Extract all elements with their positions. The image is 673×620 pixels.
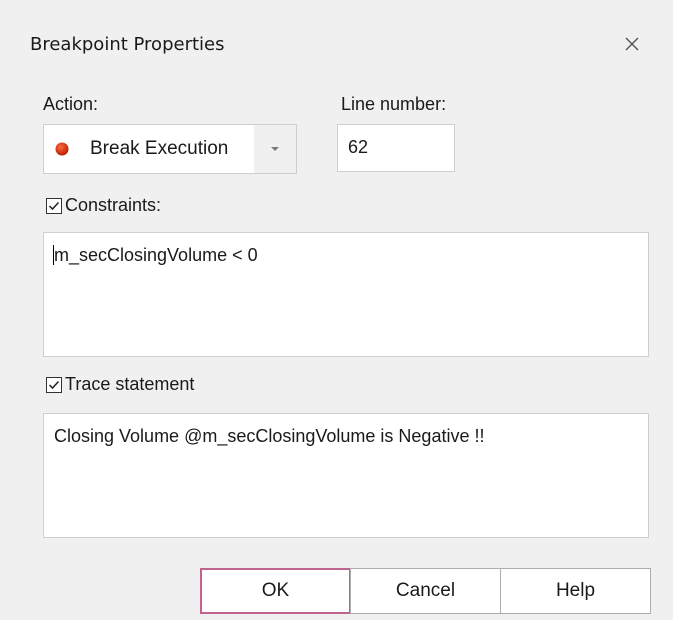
breakpoint-properties-dialog: Breakpoint Properties Action: Break Exec… bbox=[0, 0, 673, 620]
constraints-value: m_secClosingVolume < 0 bbox=[54, 245, 258, 265]
cancel-button[interactable]: Cancel bbox=[350, 568, 501, 614]
trace-statement-label: Trace statement bbox=[65, 374, 195, 394]
red-circle-icon bbox=[55, 142, 69, 156]
constraints-textarea[interactable]: m_secClosingVolume < 0 bbox=[43, 232, 649, 357]
action-label: Action: bbox=[43, 94, 99, 114]
title-bar: Breakpoint Properties bbox=[0, 0, 673, 92]
dialog-title: Breakpoint Properties bbox=[30, 34, 225, 55]
trace-statement-value: Closing Volume @m_secClosingVolume is Ne… bbox=[54, 426, 485, 446]
chevron-down-icon bbox=[271, 147, 279, 151]
action-dropdown[interactable]: Break Execution bbox=[43, 124, 297, 174]
constraints-label: Constraints: bbox=[65, 195, 162, 215]
trace-statement-textarea[interactable]: Closing Volume @m_secClosingVolume is Ne… bbox=[43, 413, 649, 538]
checkmark-icon bbox=[48, 380, 60, 390]
close-icon bbox=[625, 37, 639, 51]
constraints-checkbox[interactable] bbox=[46, 198, 62, 214]
checkmark-icon bbox=[48, 201, 60, 211]
line-number-label: Line number: bbox=[341, 94, 447, 114]
trace-statement-checkbox[interactable] bbox=[46, 377, 62, 393]
action-selected-value: Break Execution bbox=[90, 138, 229, 159]
line-number-field[interactable]: 62 bbox=[337, 124, 455, 172]
help-button[interactable]: Help bbox=[500, 568, 651, 614]
ok-button[interactable]: OK bbox=[200, 568, 351, 614]
close-button[interactable] bbox=[610, 22, 654, 66]
dropdown-arrow-button[interactable] bbox=[254, 125, 296, 173]
line-number-value: 62 bbox=[348, 137, 369, 157]
